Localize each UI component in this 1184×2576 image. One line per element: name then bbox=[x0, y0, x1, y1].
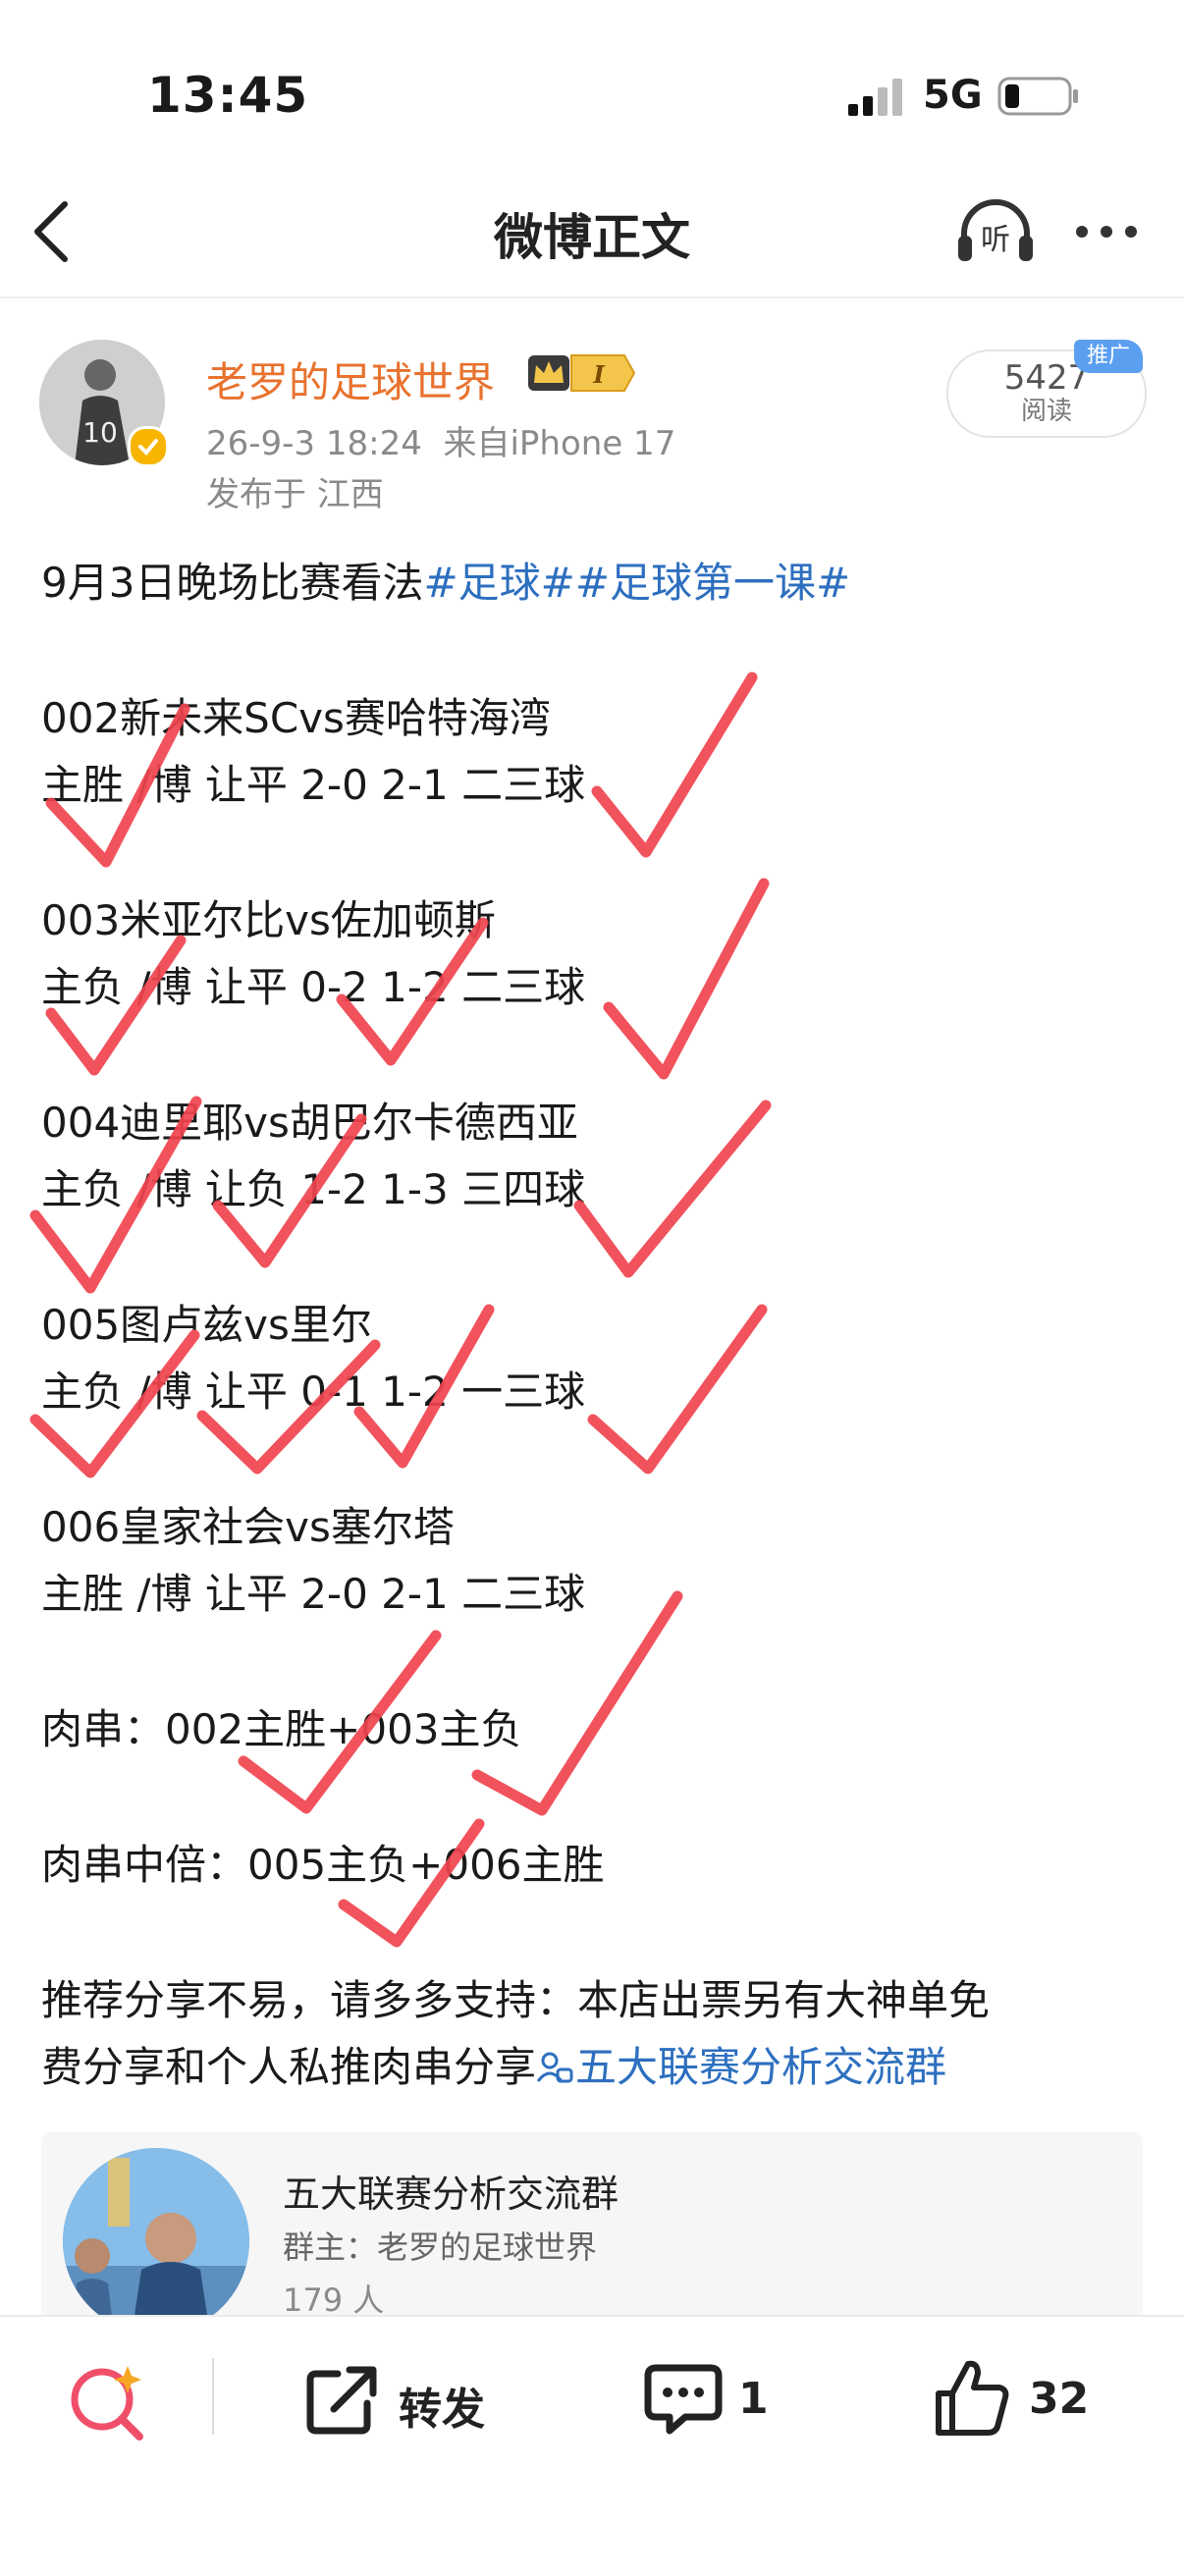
nav-divider bbox=[0, 296, 1184, 298]
match-title: 003米亚尔比vs佐加顿斯 bbox=[41, 896, 496, 944]
like-icon[interactable] bbox=[933, 2356, 1011, 2439]
bottom-divider bbox=[212, 2358, 214, 2435]
comment-icon[interactable] bbox=[642, 2360, 725, 2439]
svg-text:10: 10 bbox=[82, 416, 118, 449]
closing-line: 推荐分享不易，请多多支持：本店出票另有大神单免 bbox=[41, 1976, 991, 2024]
author-name[interactable]: 老罗的足球世界 bbox=[206, 349, 495, 409]
status-time: 13:45 bbox=[147, 67, 309, 124]
parlay-mid-line: 肉串中倍：005主负+006主胜 bbox=[41, 1841, 605, 1889]
group-icon bbox=[536, 2052, 573, 2083]
level-badge-text: I bbox=[592, 360, 605, 389]
check-mark bbox=[603, 878, 770, 1080]
check-mark bbox=[573, 1100, 772, 1278]
post-meta: 26-9-3 18:24 来自iPhone 17 bbox=[206, 416, 675, 464]
crown-badge-icon: I bbox=[528, 354, 636, 392]
bottom-action-bar: 转发 1 32 bbox=[0, 2315, 1184, 2576]
post-intro: 9月3日晚场比赛看法 bbox=[41, 559, 424, 607]
svg-text:听: 听 bbox=[981, 223, 1010, 257]
match-pick: 主胜 /博 让平 2-0 2-1 二三球 bbox=[41, 1570, 586, 1618]
repost-icon[interactable] bbox=[302, 2360, 381, 2439]
closing-text: 费分享和个人私推肉串分享 bbox=[41, 2043, 537, 2091]
verified-icon bbox=[128, 426, 169, 467]
post-intro-line: 9月3日晚场比赛看法#足球##足球第一课# bbox=[41, 550, 850, 610]
listen-icon[interactable]: 听 bbox=[954, 196, 1037, 267]
like-count[interactable]: 32 bbox=[1029, 2374, 1089, 2424]
match-pick: 主负 /博 让负 1-2 1-3 三四球 bbox=[41, 1165, 586, 1213]
parlay-line: 肉串：002主胜+003主负 bbox=[41, 1705, 522, 1753]
repost-button[interactable]: 转发 bbox=[399, 2374, 485, 2437]
match-title: 006皇家社会vs塞尔塔 bbox=[41, 1503, 455, 1551]
match-pick: 主负 /博 让平 0-2 1-2 二三球 bbox=[41, 963, 586, 1011]
match-pick: 主胜 /博 让平 2-0 2-1 二三球 bbox=[41, 761, 586, 809]
closing-line-2: 费分享和个人私推肉串分享 五大联赛分析交流群 bbox=[41, 2034, 946, 2094]
battery-icon bbox=[997, 77, 1078, 116]
group-link-text[interactable]: 五大联赛分析交流群 bbox=[575, 2043, 946, 2091]
comment-count[interactable]: 1 bbox=[738, 2374, 769, 2424]
more-icon[interactable] bbox=[1072, 212, 1141, 251]
match-title: 004迪里耶vs胡巴尔卡德西亚 bbox=[41, 1099, 578, 1147]
match-title: 002新未来SCvs赛哈特海湾 bbox=[41, 694, 551, 742]
check-mark bbox=[591, 671, 758, 858]
post-time: 26-9-3 18:24 bbox=[206, 424, 422, 463]
hashtag-football-lesson[interactable]: #足球第一课# bbox=[575, 559, 850, 607]
hashtag-football[interactable]: #足球# bbox=[423, 559, 574, 607]
promo-badge: 推广 bbox=[1074, 340, 1143, 373]
cell-signal-icon bbox=[848, 79, 902, 116]
match-pick: 主负 /博 让平 0-1 1-2 一三球 bbox=[41, 1368, 586, 1416]
post-location: 发布于 江西 bbox=[206, 475, 384, 514]
match-title: 005图卢兹vs里尔 bbox=[41, 1301, 372, 1349]
read-label: 阅读 bbox=[1020, 397, 1072, 426]
check-mark bbox=[587, 1304, 768, 1475]
search-ai-icon[interactable] bbox=[65, 2356, 151, 2442]
post-source: 来自iPhone 17 bbox=[443, 424, 676, 463]
group-card-owner: 群主：老罗的足球世界 bbox=[283, 2228, 598, 2266]
group-card-name: 五大联赛分析交流群 bbox=[283, 2173, 619, 2216]
network-type: 5G bbox=[923, 73, 983, 118]
group-link[interactable]: 五大联赛分析交流群 bbox=[536, 2043, 946, 2091]
group-card-image bbox=[63, 2148, 249, 2334]
